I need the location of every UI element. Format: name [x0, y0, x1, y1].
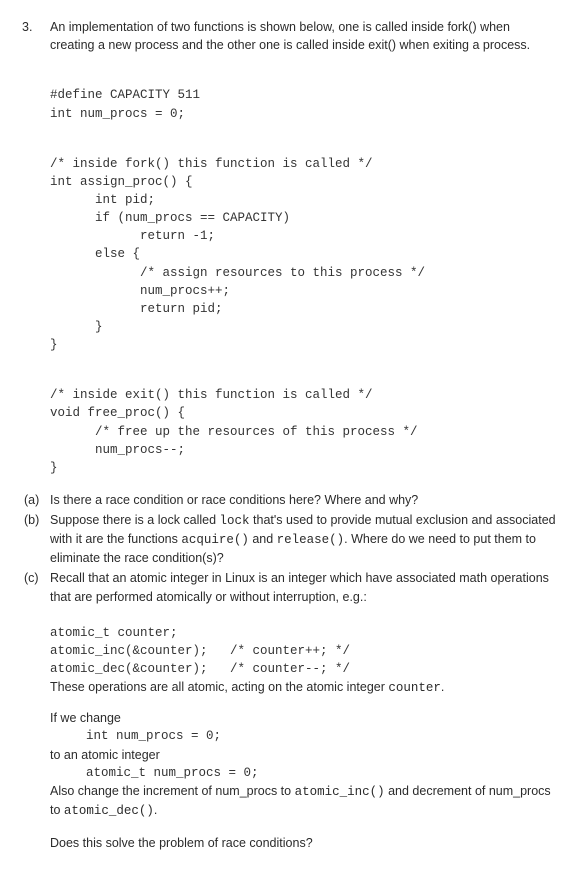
- code-line: void free_proc() {: [50, 406, 185, 420]
- code-line: }: [50, 320, 103, 334]
- part-a: (a) Is there a race condition or race co…: [24, 491, 556, 509]
- text: .: [441, 680, 444, 694]
- code-line: return -1;: [50, 229, 215, 243]
- code-line: num_procs--;: [50, 443, 185, 457]
- code-line: }: [50, 338, 58, 352]
- part-c: (c) Recall that an atomic integer in Lin…: [24, 569, 556, 852]
- if-we-change: If we change: [50, 709, 556, 727]
- final-question: Does this solve the problem of race cond…: [50, 834, 556, 852]
- part-label: (a): [24, 491, 44, 509]
- new-decl: atomic_t num_procs = 0;: [86, 764, 556, 782]
- code-line: atomic_t counter;: [50, 626, 178, 640]
- code-block-free-proc: /* inside exit() this function is called…: [50, 368, 556, 477]
- part-b: (b) Suppose there is a lock called lock …: [24, 511, 556, 567]
- code-line: atomic_inc(&counter); /* counter++; */: [50, 644, 350, 658]
- code-line: int num_procs = 0;: [50, 107, 185, 121]
- part-b-text: Suppose there is a lock called lock that…: [50, 511, 556, 567]
- original-decl: int num_procs = 0;: [86, 727, 556, 745]
- code-line: /* assign resources to this process */: [50, 266, 425, 280]
- code-line: }: [50, 461, 58, 475]
- part-a-text: Is there a race condition or race condit…: [50, 491, 556, 509]
- inline-code: counter: [388, 681, 441, 695]
- code-line: /* inside fork() this function is called…: [50, 157, 373, 171]
- question-stem: An implementation of two functions is sh…: [50, 18, 556, 54]
- text: Suppose there is a lock called: [50, 513, 220, 527]
- code-line: if (num_procs == CAPACITY): [50, 211, 290, 225]
- subparts: (a) Is there a race condition or race co…: [24, 491, 556, 852]
- text: and: [249, 532, 277, 546]
- code-block-defines: #define CAPACITY 511 int num_procs = 0;: [50, 68, 556, 122]
- part-c-body: Recall that an atomic integer in Linux i…: [50, 569, 556, 852]
- part-c-intro: Recall that an atomic integer in Linux i…: [50, 569, 556, 605]
- inline-code: lock: [220, 514, 250, 528]
- also-change: Also change the increment of num_procs t…: [50, 782, 556, 820]
- code-line: #define CAPACITY 511: [50, 88, 200, 102]
- question-row: 3. An implementation of two functions is…: [22, 18, 556, 854]
- inline-code: atomic_dec(): [64, 804, 154, 818]
- code-line: int pid;: [50, 193, 155, 207]
- inline-code: atomic_inc(): [295, 785, 385, 799]
- code-line: num_procs++;: [50, 284, 230, 298]
- part-c-after1: These operations are all atomic, acting …: [50, 678, 556, 697]
- part-label: (b): [24, 511, 44, 567]
- inline-code: acquire(): [181, 533, 249, 547]
- code-line: /* inside exit() this function is called…: [50, 388, 373, 402]
- text: These operations are all atomic, acting …: [50, 680, 388, 694]
- inline-code: release(): [277, 533, 345, 547]
- code-line: return pid;: [50, 302, 223, 316]
- code-line: int assign_proc() {: [50, 175, 193, 189]
- text: Also change the increment of num_procs t…: [50, 784, 295, 798]
- to-atomic: to an atomic integer: [50, 746, 556, 764]
- code-line: else {: [50, 247, 140, 261]
- code-line: atomic_dec(&counter); /* counter--; */: [50, 662, 350, 676]
- code-block-atomic-intro: atomic_t counter; atomic_inc(&counter); …: [50, 606, 556, 679]
- question-body: An implementation of two functions is sh…: [50, 18, 556, 854]
- code-line: /* free up the resources of this process…: [50, 425, 418, 439]
- text: .: [154, 803, 157, 817]
- part-label: (c): [24, 569, 44, 852]
- code-block-assign-proc: /* inside fork() this function is called…: [50, 137, 556, 355]
